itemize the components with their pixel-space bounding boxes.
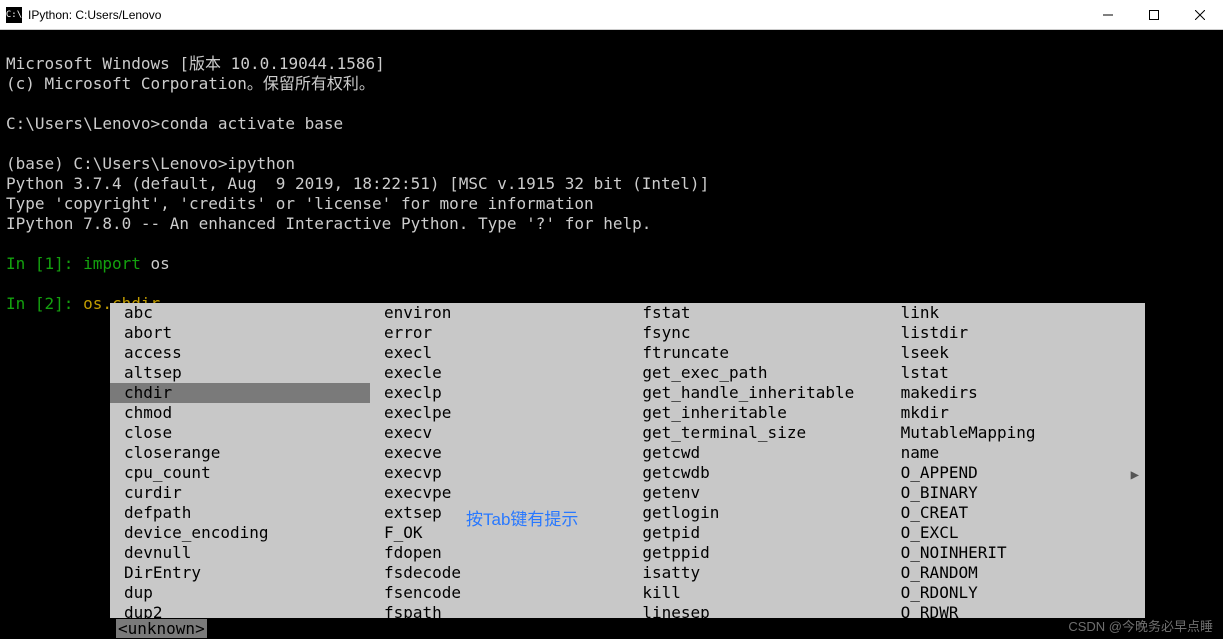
completion-item[interactable]: O_NOINHERIT	[901, 543, 1145, 563]
completion-item[interactable]: execl	[384, 343, 628, 363]
completion-item[interactable]: execvpe	[384, 483, 628, 503]
status-bar: <unknown>	[0, 619, 207, 639]
app-icon: C:\	[6, 7, 22, 23]
completion-item[interactable]: ftruncate	[642, 343, 886, 363]
terminal-line: Type 'copyright', 'credits' or 'license'…	[6, 194, 594, 213]
completion-item[interactable]: lseek	[901, 343, 1145, 363]
terminal-line: (c) Microsoft Corporation。保留所有权利。	[6, 74, 375, 93]
completion-item[interactable]: O_APPEND	[901, 463, 1145, 483]
terminal-line: C:\Users\Lenovo>conda activate base	[6, 114, 343, 133]
completion-item[interactable]: altsep	[124, 363, 370, 383]
window-titlebar: C:\ IPython: C:Users/Lenovo	[0, 0, 1223, 30]
completion-popup[interactable]: abcabortaccessaltsepchdirchmodcloseclose…	[110, 303, 1145, 618]
completion-item[interactable]: O_CREAT	[901, 503, 1145, 523]
completion-item[interactable]: chdir	[110, 383, 370, 403]
completion-item[interactable]: get_terminal_size	[642, 423, 886, 443]
terminal-output[interactable]: Microsoft Windows [版本 10.0.19044.1586] (…	[0, 30, 1223, 318]
completion-column: fstatfsyncftruncateget_exec_pathget_hand…	[628, 303, 886, 603]
completion-item[interactable]: abc	[124, 303, 370, 323]
completion-item[interactable]: name	[901, 443, 1145, 463]
completion-item[interactable]: error	[384, 323, 628, 343]
completion-item[interactable]: execlp	[384, 383, 628, 403]
completion-item[interactable]: fsdecode	[384, 563, 628, 583]
completion-item[interactable]: get_inheritable	[642, 403, 886, 423]
completion-item[interactable]: closerange	[124, 443, 370, 463]
status-text: <unknown>	[116, 619, 207, 638]
completion-item[interactable]: devnull	[124, 543, 370, 563]
completion-item[interactable]: getenv	[642, 483, 886, 503]
completion-item[interactable]: close	[124, 423, 370, 443]
completion-item[interactable]: abort	[124, 323, 370, 343]
completion-item[interactable]: O_EXCL	[901, 523, 1145, 543]
completion-item[interactable]: makedirs	[901, 383, 1145, 403]
completion-item[interactable]: listdir	[901, 323, 1145, 343]
completion-item[interactable]: O_RANDOM	[901, 563, 1145, 583]
completion-item[interactable]: execvp	[384, 463, 628, 483]
completion-item[interactable]: access	[124, 343, 370, 363]
scroll-right-icon[interactable]: ▶	[1131, 465, 1139, 485]
completion-column: abcabortaccessaltsepchdirchmodcloseclose…	[110, 303, 370, 603]
completion-item[interactable]: O_RDONLY	[901, 583, 1145, 603]
minimize-button[interactable]	[1085, 0, 1131, 30]
completion-item[interactable]: getcwd	[642, 443, 886, 463]
close-button[interactable]	[1177, 0, 1223, 30]
completion-column: linklistdirlseeklstatmakedirsmkdirMutabl…	[887, 303, 1145, 603]
completion-item[interactable]: fsencode	[384, 583, 628, 603]
terminal-line: IPython 7.8.0 -- An enhanced Interactive…	[6, 214, 651, 233]
completion-item[interactable]: fspath	[384, 603, 628, 623]
completion-item[interactable]: getppid	[642, 543, 886, 563]
completion-item[interactable]: execv	[384, 423, 628, 443]
completion-item[interactable]: device_encoding	[124, 523, 370, 543]
window-title: IPython: C:Users/Lenovo	[28, 8, 1085, 22]
completion-item[interactable]: link	[901, 303, 1145, 323]
completion-item[interactable]: execlpe	[384, 403, 628, 423]
completion-item[interactable]: fstat	[642, 303, 886, 323]
completion-item[interactable]: mkdir	[901, 403, 1145, 423]
completion-item[interactable]: fdopen	[384, 543, 628, 563]
completion-item[interactable]: get_exec_path	[642, 363, 886, 383]
terminal-line: Python 3.7.4 (default, Aug 9 2019, 18:22…	[6, 174, 709, 193]
completion-item[interactable]: dup	[124, 583, 370, 603]
completion-item[interactable]: fsync	[642, 323, 886, 343]
completion-item[interactable]: lstat	[901, 363, 1145, 383]
completion-item[interactable]: isatty	[642, 563, 886, 583]
completion-item[interactable]: kill	[642, 583, 886, 603]
completion-item[interactable]: DirEntry	[124, 563, 370, 583]
maximize-button[interactable]	[1131, 0, 1177, 30]
annotation-label: 按Tab键有提示	[466, 505, 578, 530]
completion-item[interactable]: curdir	[124, 483, 370, 503]
completion-item[interactable]: getlogin	[642, 503, 886, 523]
completion-item[interactable]: O_BINARY	[901, 483, 1145, 503]
completion-item[interactable]: execle	[384, 363, 628, 383]
completion-item[interactable]: chmod	[124, 403, 370, 423]
completion-item[interactable]: linesep	[642, 603, 886, 623]
terminal-line: (base) C:\Users\Lenovo>ipython	[6, 154, 295, 173]
watermark: CSDN @今晚务必早点睡	[1068, 616, 1213, 635]
completion-item[interactable]: get_handle_inheritable	[642, 383, 886, 403]
terminal-line: Microsoft Windows [版本 10.0.19044.1586]	[6, 54, 385, 73]
completion-item[interactable]: getpid	[642, 523, 886, 543]
ipython-prompt: In [1]: import os	[6, 254, 170, 273]
completion-item[interactable]: execve	[384, 443, 628, 463]
completion-item[interactable]: environ	[384, 303, 628, 323]
completion-item[interactable]: defpath	[124, 503, 370, 523]
completion-item[interactable]: MutableMapping	[901, 423, 1145, 443]
completion-item[interactable]: cpu_count	[124, 463, 370, 483]
completion-item[interactable]: getcwdb	[642, 463, 886, 483]
completion-column: environerrorexeclexecleexeclpexeclpeexec…	[370, 303, 628, 603]
